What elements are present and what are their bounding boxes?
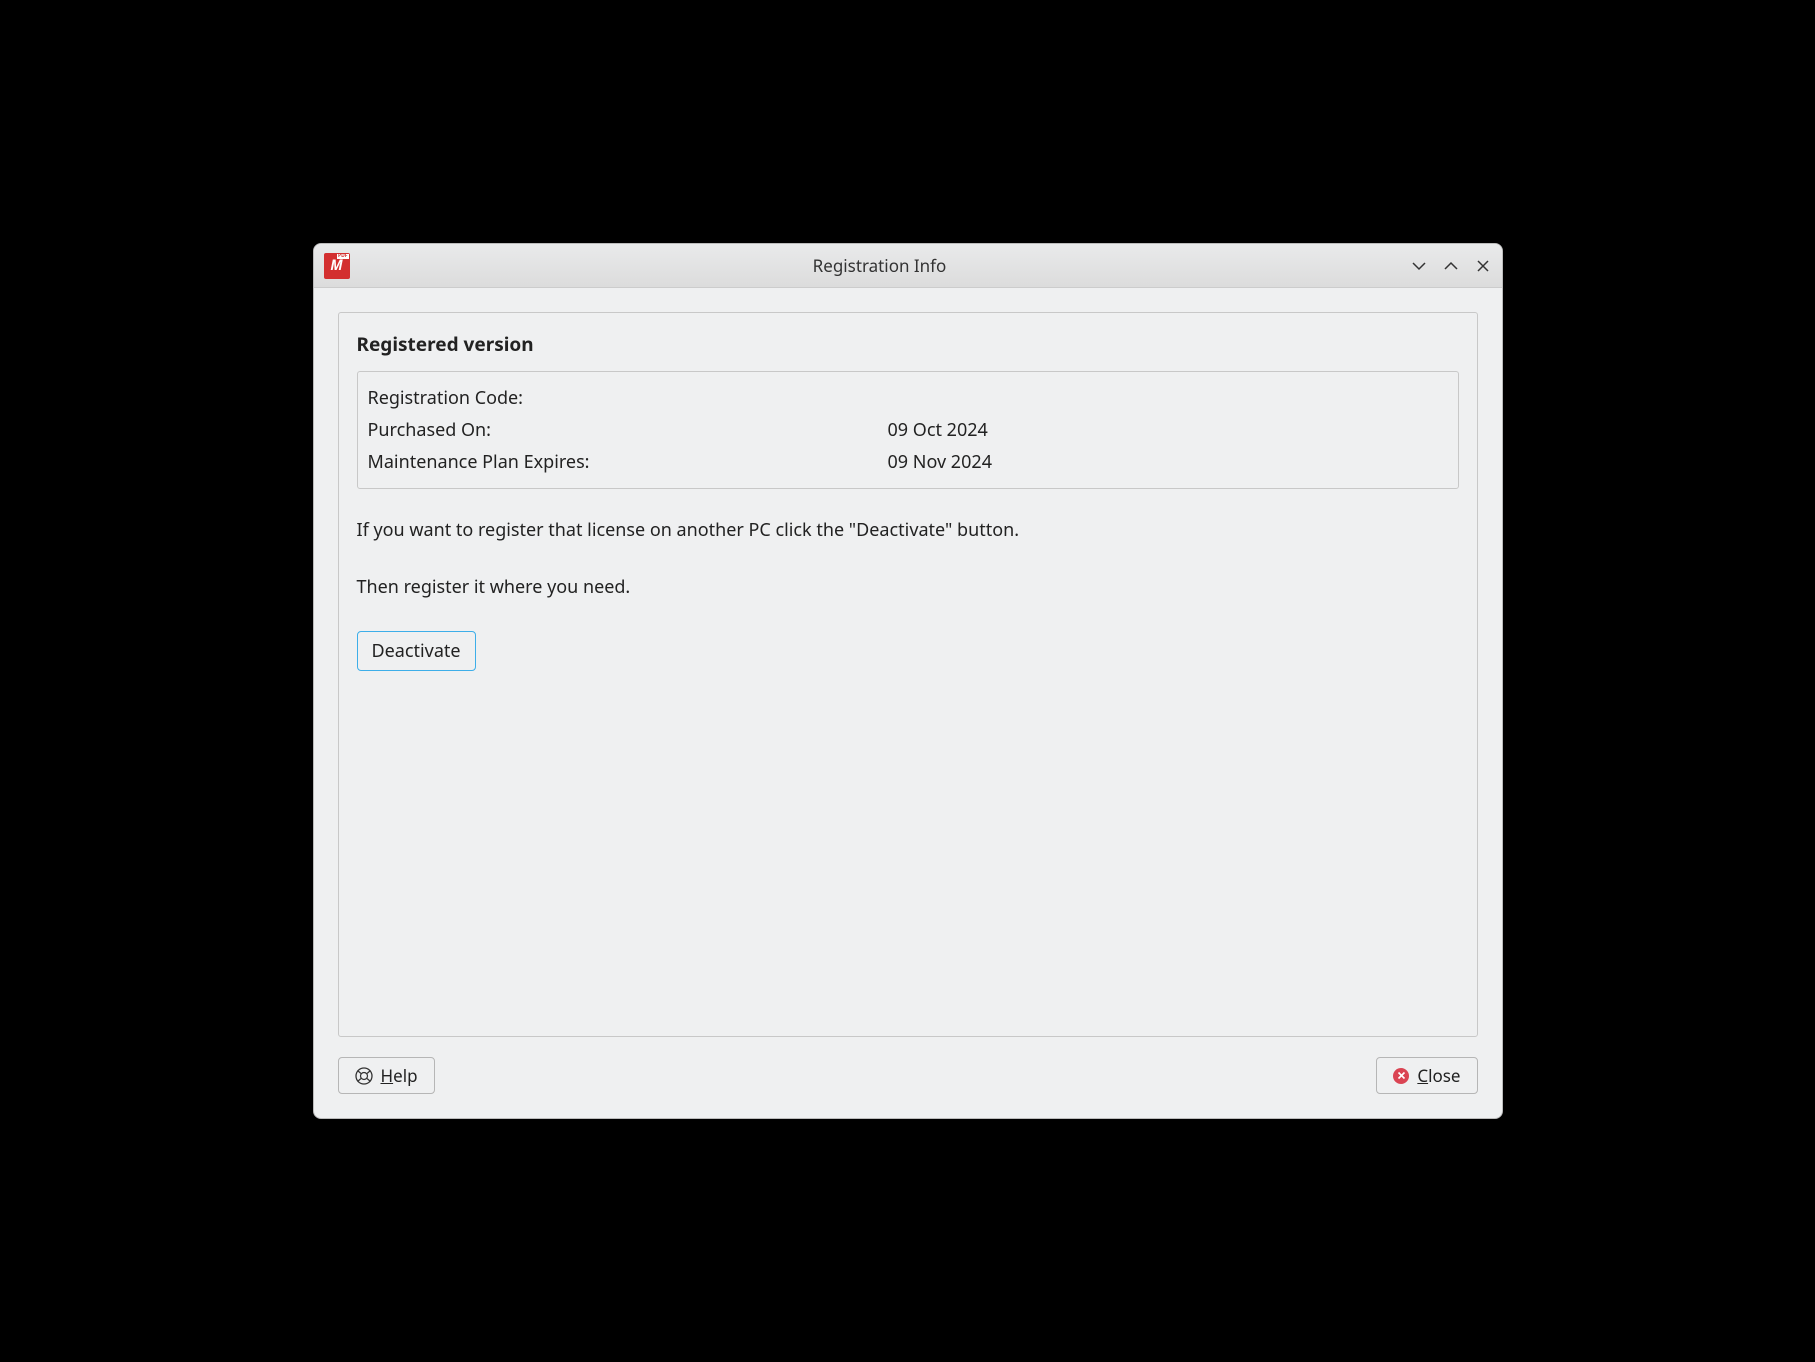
purchased-on-value: 09 Oct 2024 <box>888 418 1448 442</box>
maintenance-expires-label: Maintenance Plan Expires: <box>368 450 888 474</box>
window-controls <box>1410 257 1492 275</box>
maximize-button[interactable] <box>1442 257 1460 275</box>
registration-code-row: Registration Code: <box>368 382 1448 414</box>
help-button[interactable]: Help <box>338 1057 435 1094</box>
registration-code-label: Registration Code: <box>368 386 888 410</box>
hint-line-2: Then register it where you need. <box>357 574 1459 601</box>
registration-info-dialog: PDF M Registration Info Regi <box>313 243 1503 1119</box>
window-title: Registration Info <box>350 254 1410 277</box>
close-button-label: Close <box>1417 1064 1460 1087</box>
help-button-label: Help <box>381 1064 418 1087</box>
registration-info-box: Registration Code: Purchased On: 09 Oct … <box>357 371 1459 489</box>
hint-line-1: If you want to register that license on … <box>357 517 1459 544</box>
chevron-down-icon <box>1411 258 1427 274</box>
registration-code-value <box>888 386 1448 410</box>
maintenance-expires-value: 09 Nov 2024 <box>888 450 1448 474</box>
section-title: Registered version <box>357 331 1459 357</box>
close-button-icon <box>1393 1068 1409 1084</box>
purchased-on-label: Purchased On: <box>368 418 888 442</box>
help-icon <box>355 1067 373 1085</box>
chevron-up-icon <box>1443 258 1459 274</box>
close-window-button[interactable] <box>1474 257 1492 275</box>
close-icon <box>1475 258 1491 274</box>
hint-text: If you want to register that license on … <box>357 517 1459 601</box>
purchased-on-row: Purchased On: 09 Oct 2024 <box>368 414 1448 446</box>
maintenance-expires-row: Maintenance Plan Expires: 09 Nov 2024 <box>368 446 1448 478</box>
minimize-button[interactable] <box>1410 257 1428 275</box>
close-button[interactable]: Close <box>1376 1057 1477 1094</box>
content-frame: Registered version Registration Code: Pu… <box>338 312 1478 1037</box>
app-icon: PDF M <box>324 253 350 279</box>
dialog-footer: Help Close <box>338 1037 1478 1094</box>
pdf-badge: PDF <box>337 254 349 259</box>
titlebar: PDF M Registration Info <box>314 244 1502 288</box>
window-body: Registered version Registration Code: Pu… <box>314 288 1502 1118</box>
deactivate-button[interactable]: Deactivate <box>357 631 476 671</box>
